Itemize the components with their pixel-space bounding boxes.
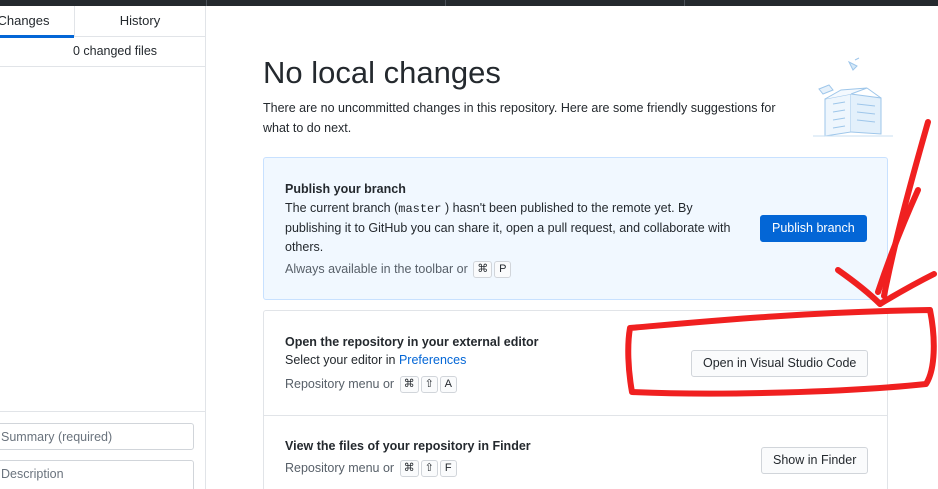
- publish-branch-card: Publish your branch The current branch (…: [263, 157, 888, 300]
- shortcut-key: P: [494, 261, 512, 278]
- publish-title: Publish your branch: [285, 182, 406, 196]
- main-panel: No local changes There are no uncommitte…: [207, 6, 938, 489]
- command-key-icon: ⌘: [399, 376, 419, 393]
- command-key-icon: ⌘: [473, 261, 493, 278]
- branch-name: master: [398, 202, 442, 216]
- finder-title: View the files of your repository in Fin…: [285, 439, 531, 453]
- open-in-editor-button[interactable]: Open in Visual Studio Code: [691, 350, 869, 377]
- editor-text-before: Select your editor in: [285, 353, 396, 367]
- editor-title: Open the repository in your external edi…: [285, 335, 539, 349]
- preferences-link[interactable]: Preferences: [399, 353, 466, 367]
- publish-hint: Always available in the toolbar or ⌘ P: [285, 261, 512, 278]
- page-title: No local changes: [263, 55, 501, 90]
- editor-hint: Repository menu or ⌘ ⇧ A: [285, 376, 457, 393]
- tab-history[interactable]: History: [75, 6, 205, 37]
- commit-area: [0, 411, 205, 489]
- shortcut-key: F: [439, 460, 457, 477]
- description-input[interactable]: [0, 460, 194, 489]
- publish-hint-text: Always available in the toolbar or: [285, 261, 468, 276]
- summary-input[interactable]: [0, 423, 194, 450]
- editor-description: Select your editor in Preferences: [285, 351, 466, 370]
- command-key-icon: ⌘: [399, 460, 419, 477]
- empty-state-illustration-icon: [813, 57, 893, 137]
- finder-hint-text: Repository menu or: [285, 460, 395, 475]
- show-in-finder-button[interactable]: Show in Finder: [761, 447, 869, 474]
- sidebar: Changes History 0 changed files: [0, 6, 206, 489]
- publish-branch-button[interactable]: Publish branch: [760, 215, 867, 242]
- publish-text-before: The current branch (: [285, 201, 399, 215]
- finder-hint: Repository menu or ⌘ ⇧ F: [285, 460, 457, 477]
- editor-hint-text: Repository menu or: [285, 376, 395, 391]
- page-description: There are no uncommitted changes in this…: [263, 101, 776, 135]
- publish-description: The current branch (master ) hasn't been…: [285, 199, 745, 257]
- shift-key-icon: ⇧: [420, 460, 438, 477]
- changed-files-count: 0 changed files: [0, 37, 205, 67]
- tab-changes[interactable]: Changes: [0, 6, 75, 38]
- tab-bar: Changes History: [0, 6, 205, 38]
- shortcut-key: A: [439, 376, 457, 393]
- shift-key-icon: ⇧: [420, 376, 438, 393]
- show-in-finder-card: View the files of your repository in Fin…: [263, 415, 888, 489]
- open-editor-card: Open the repository in your external edi…: [263, 310, 888, 416]
